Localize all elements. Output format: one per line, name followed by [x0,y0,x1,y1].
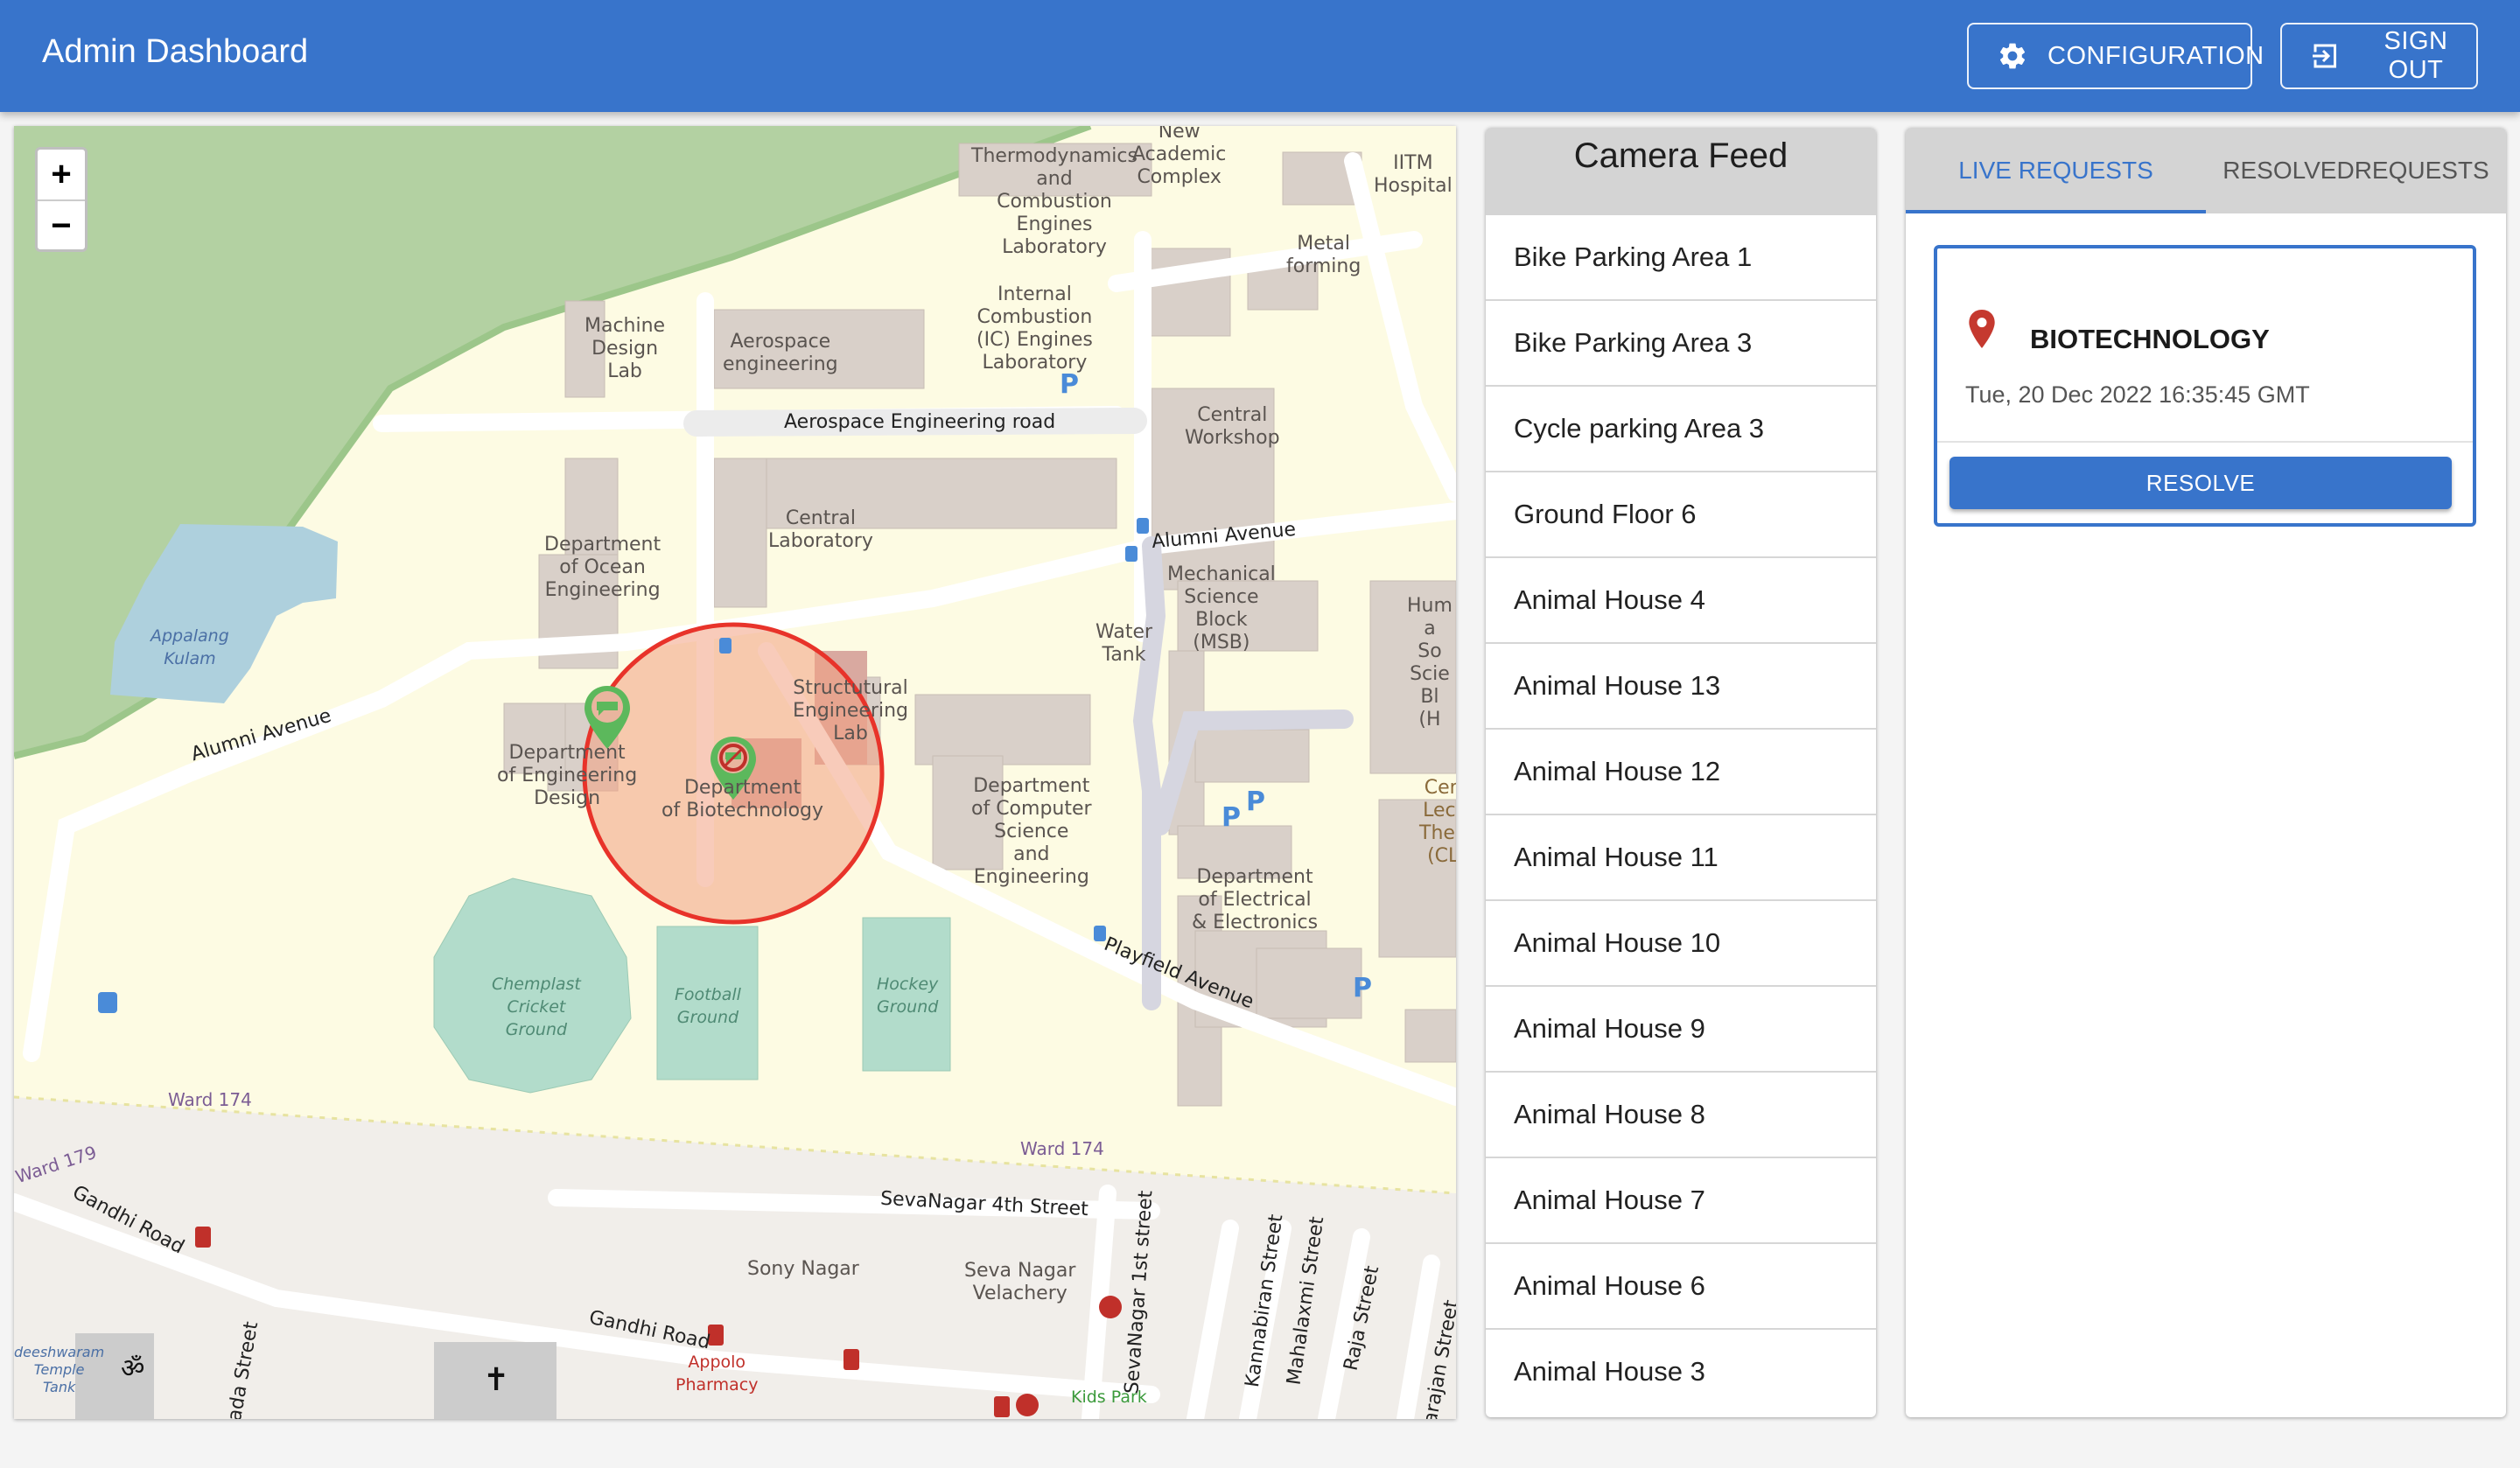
zoom-control: + − [35,147,88,252]
tab-label-line: RESOLVED [2222,157,2355,184]
map-label: Hockey Ground [877,975,939,1017]
camera-feed-item[interactable]: Animal House 8 [1486,1073,1876,1158]
card-divider [1937,441,2473,443]
requests-tabs: LIVE REQUESTS RESOLVED REQUESTS [1906,128,2506,213]
request-location: BIOTECHNOLOGY [2030,324,2270,354]
map-label: Seva Nagar Velachery [964,1260,1076,1304]
map-label: Central Laboratory [768,507,873,552]
map-label: Department of Computer Science and Engineeri… [971,775,1092,888]
resolve-button[interactable]: RESOLVE [1950,457,2452,509]
map-label: Ward 174 [168,1089,252,1110]
sign-out-label: SIGN OUT [2384,27,2448,84]
camera-feed-item[interactable]: Animal House 6 [1486,1244,1876,1330]
active-tab-indicator [1906,210,2206,213]
map-label: Chemplast Cricket Ground [492,975,581,1039]
svg-text:✝: ✝ [483,1361,509,1397]
camera-feed-panel: Camera Feed Bike Parking Area 1 Bike Park… [1486,128,1876,1417]
configuration-button[interactable]: CONFIGURATION [1967,23,2264,89]
configuration-label: CONFIGURATION [2048,41,2264,70]
request-card: BIOTECHNOLOGY Tue, 20 Dec 2022 16:35:45 … [1934,245,2476,527]
svg-text:P: P [1246,786,1265,817]
map-label: Thermodynamics and Combustion Engines Labora… [971,145,1138,258]
map-label: Metal forming [1286,233,1362,277]
camera-feed-item[interactable]: Bike Parking Area 1 [1486,215,1876,301]
map-label: CenLectThea(CL [1419,777,1456,867]
map-label: Department of Electrical & Electronics [1192,866,1319,933]
camera-feed-item[interactable]: Cycle parking Area 3 [1486,387,1876,472]
svg-text:P: P [1222,802,1241,833]
map-label: Department of Ocean Engineering [544,534,662,601]
map-label: Football Ground [675,985,741,1027]
tab-resolved-requests[interactable]: RESOLVED REQUESTS [2206,128,2506,213]
svg-text:ॐ: ॐ [121,1354,144,1383]
gear-icon [1997,40,2028,72]
camera-feed-title: Camera Feed [1486,128,1876,215]
map-label: Machine Design Lab [584,315,666,382]
requests-panel: LIVE REQUESTS RESOLVED REQUESTS BIOTECHNO… [1906,128,2506,1417]
map-label: Water Tank [1096,621,1153,666]
map-label: Department of Engineering Design [497,742,638,809]
camera-feed-item[interactable]: Bike Parking Area 3 [1486,301,1876,387]
tab-label-line: REQUESTS [2354,157,2489,184]
sign-out-button[interactable]: SIGN OUT [2280,23,2478,89]
camera-feed-item[interactable]: Animal House 3 [1486,1330,1876,1402]
svg-text:P: P [1353,973,1372,1003]
app-title: Admin Dashboard [42,33,309,70]
map-label: Sony Nagar [747,1258,859,1280]
map-label: Central Workshop [1185,404,1280,449]
map-label: Aerospace engineering [723,331,838,375]
camera-feed-item[interactable]: Animal House 10 [1486,901,1876,987]
map-label: New Academic Complex [1132,126,1227,188]
app-bar: Admin Dashboard CONFIGURATION SIGN OUT [0,0,2520,112]
camera-feed-item[interactable]: Animal House 13 [1486,644,1876,730]
camera-feed-item[interactable]: Animal House 11 [1486,815,1876,901]
location-pin-icon [1969,310,1995,353]
map-label: deeshwaram Temple Tank [14,1344,105,1395]
camera-pin-icon [584,686,630,749]
map-label: Appalang Kulam [150,626,229,668]
map-label: Internal Combustion (IC) Engines Laboratory [976,283,1093,374]
map-label: Hum a So Scie Bl (H [1407,595,1452,731]
map-view[interactable]: PPPP ✝ ॐ Thermodynamics and Combustion E… [14,126,1456,1419]
zoom-in-button[interactable]: + [38,150,85,201]
map-label: Kids Park [1071,1388,1147,1407]
sign-out-icon [2310,40,2342,72]
camera-feed-item[interactable]: Animal House 9 [1486,987,1876,1073]
map-label: Structutural Engineering Lab [793,677,908,744]
camera-feed-list[interactable]: Bike Parking Area 1 Bike Parking Area 3 Cy… [1486,215,1876,1402]
camera-feed-item[interactable]: Animal House 7 [1486,1158,1876,1244]
camera-feed-item[interactable]: Animal House 4 [1486,558,1876,644]
map-label: Appolo Pharmacy [676,1353,759,1395]
tab-live-requests[interactable]: LIVE REQUESTS [1906,128,2206,213]
camera-feed-item[interactable]: Animal House 12 [1486,730,1876,815]
camera-feed-item[interactable]: Ground Floor 6 [1486,472,1876,558]
map-label: Department of Biotechnology [662,777,824,821]
map-label: Mechanical Science Block (MSB) [1167,563,1276,654]
map-label: Ward 174 [1020,1138,1104,1159]
map-label: Aerospace Engineering road [784,411,1056,433]
request-timestamp: Tue, 20 Dec 2022 16:35:45 GMT [1965,381,2310,408]
map-label: IITM Hospital [1374,152,1452,197]
zoom-out-button[interactable]: − [38,201,85,251]
